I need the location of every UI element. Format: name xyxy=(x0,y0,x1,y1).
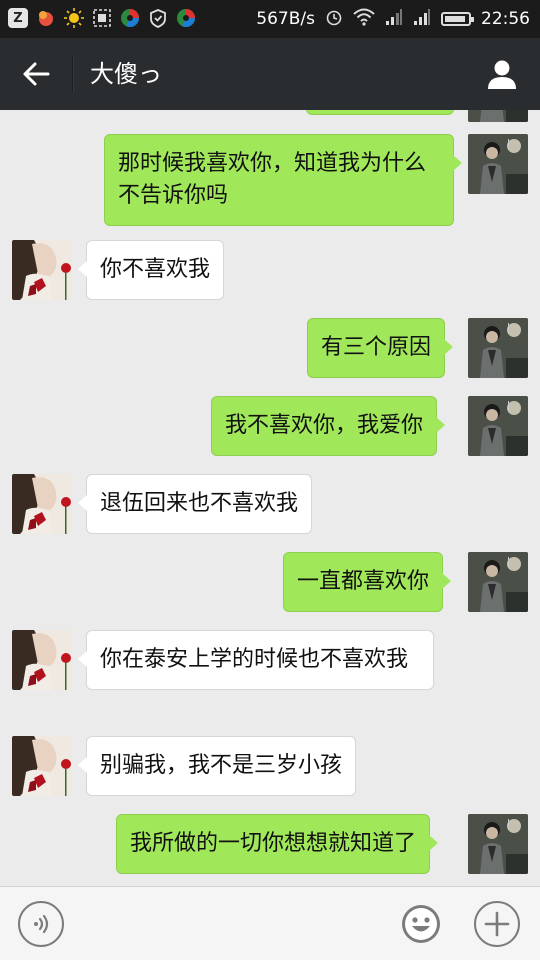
more-button[interactable] xyxy=(474,901,520,947)
message-bubble-self[interactable]: 那时候我喜欢你，知道我为什么不告诉你吗 xyxy=(104,134,462,226)
voice-icon xyxy=(34,914,49,934)
person-icon xyxy=(488,60,516,89)
self-avatar[interactable] xyxy=(468,134,528,194)
signal-icon xyxy=(413,8,431,30)
alarm-icon xyxy=(325,8,343,30)
battery-icon xyxy=(441,12,474,26)
chat-header: 大傻っ xyxy=(0,38,540,110)
message-list[interactable]: 那时候我喜欢你，知道我为什么不告诉你吗 你不喜欢我 有三个原因 我不喜欢你，我爱… xyxy=(0,110,540,886)
back-button[interactable] xyxy=(14,52,58,96)
contact-avatar[interactable] xyxy=(12,240,72,300)
profile-button[interactable] xyxy=(480,52,524,96)
message-bubble-contact[interactable]: 你不喜欢我 xyxy=(77,240,225,300)
self-avatar[interactable] xyxy=(468,814,528,874)
self-avatar[interactable] xyxy=(468,552,528,612)
self-avatar[interactable] xyxy=(468,318,528,378)
message-bubble-self[interactable]: 有三个原因 xyxy=(307,318,454,378)
message-bubble-self[interactable]: 一直都喜欢你 xyxy=(283,552,452,612)
contact-avatar[interactable] xyxy=(12,630,72,690)
notification-icons: Z xyxy=(8,8,196,28)
contact-avatar[interactable] xyxy=(12,474,72,534)
sun-icon xyxy=(64,8,84,28)
message-bubble-contact[interactable]: 你在泰安上学的时候也不喜欢我 xyxy=(78,630,434,690)
message-bubble-contact[interactable]: 退伍回来也不喜欢我 xyxy=(77,474,313,534)
voice-button[interactable] xyxy=(18,901,64,947)
plus-icon xyxy=(484,911,510,937)
input-bar xyxy=(0,886,540,960)
browser-icon xyxy=(120,8,140,28)
message-bubble-contact[interactable]: 别骗我，我不是三岁小孩 xyxy=(77,736,357,796)
zhihu-icon: Z xyxy=(8,8,28,28)
app-icon xyxy=(36,8,56,28)
screenshot-icon xyxy=(92,8,112,28)
emoji-icon xyxy=(402,905,440,943)
clock: 22:56 xyxy=(481,9,530,29)
message-bubble-self[interactable] xyxy=(306,110,454,115)
chat-title: 大傻っ xyxy=(90,60,162,88)
arrow-left-icon xyxy=(23,62,50,86)
emoji-button[interactable] xyxy=(398,901,444,947)
system-status: 567B/s 22:56 xyxy=(256,6,530,32)
wifi-icon xyxy=(353,8,375,30)
contact-avatar[interactable] xyxy=(12,736,72,796)
browser-icon xyxy=(176,8,196,28)
self-avatar[interactable] xyxy=(468,396,528,456)
message-bubble-self[interactable]: 我所做的一切你想想就知道了 xyxy=(116,814,439,874)
message-input[interactable] xyxy=(84,903,388,947)
signal-icon xyxy=(385,8,403,30)
status-bar: Z 567B/s 22:56 xyxy=(0,0,540,38)
battery-level xyxy=(445,16,465,22)
shield-icon xyxy=(148,8,168,28)
network-speed: 567B/s xyxy=(256,9,315,29)
self-avatar[interactable] xyxy=(468,110,528,122)
message-bubble-self[interactable]: 我不喜欢你，我爱你 xyxy=(211,396,446,456)
header-divider xyxy=(72,56,73,92)
